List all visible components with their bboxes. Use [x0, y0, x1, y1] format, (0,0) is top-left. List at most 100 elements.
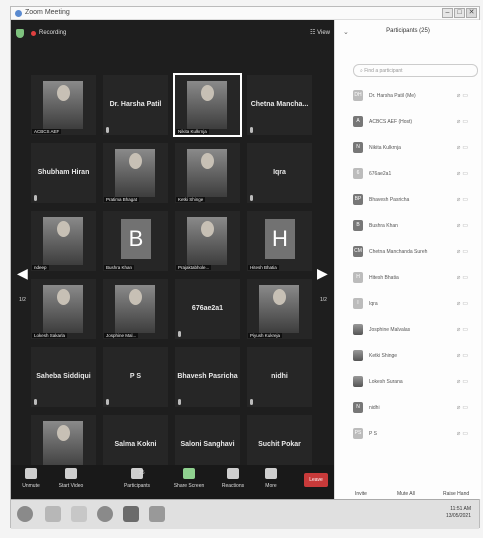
share-screen-icon [183, 468, 195, 479]
windows-taskbar: 11:51 AM 13/05/2021 [11, 499, 479, 529]
video-tile-josphine[interactable]: Josphine Mal... [103, 279, 168, 339]
mic-video-status-icon: ⌀▭ [456, 249, 470, 255]
participant-name: Iqra [369, 301, 378, 307]
tile-name: Iqra [273, 169, 286, 176]
zoom-logo-icon [15, 10, 22, 17]
tile-label: Hitesh Bhatia [248, 265, 279, 270]
avatar: I [353, 298, 363, 309]
next-page-arrow-icon[interactable]: ▶ [317, 265, 328, 282]
video-tile-lokesh[interactable]: Lokesh Sakarla [31, 279, 96, 339]
page-indicator-right: 1/2 [320, 297, 327, 303]
muted-mic-icon [34, 399, 37, 405]
view-button[interactable]: ☷ View [310, 29, 330, 36]
muted-mic-icon [106, 127, 109, 133]
participant-row[interactable]: CM Chetna Manchanda Sureh ⌀▭ [353, 246, 478, 258]
participant-row[interactable]: N Nikita Kulkrnja ⌀▭ [353, 142, 478, 154]
muted-mic-icon [106, 399, 109, 405]
avatar: B [353, 220, 363, 231]
participant-row[interactable]: Lokesh Surana ⌀▭ [353, 376, 478, 388]
recording-label: Recording [39, 30, 67, 36]
participant-row[interactable]: Josphine Malvalas ⌀▭ [353, 324, 478, 336]
video-tile-shubham[interactable]: Shubham Hiran [31, 143, 96, 203]
share-screen-button[interactable]: Share Screen [169, 468, 209, 489]
tile-name: Suchit Pokar [258, 441, 301, 448]
video-tile-ps[interactable]: P S [103, 347, 168, 407]
maximize-button[interactable]: □ [454, 8, 465, 18]
video-tile-piyush[interactable]: Piyush Kukreja [247, 279, 312, 339]
video-tile-saheba[interactable]: Saheba Siddiqui [31, 347, 96, 407]
video-tile-ketki[interactable]: Ketki Shinge [175, 143, 240, 203]
tile-name: Salma Kokni [114, 441, 157, 448]
start-video-button[interactable]: Start Video [51, 468, 91, 489]
participant-row[interactable]: Nnidhi ⌀▭ [353, 402, 478, 414]
participant-row[interactable]: Ketki Shinge ⌀▭ [353, 350, 478, 362]
video-tile-acbcs[interactable]: ACBCS AEF [31, 75, 96, 135]
unmute-button[interactable]: Unmute [15, 468, 47, 489]
participant-row[interactable]: 6 676ae2a1 ⌀▭ [353, 168, 478, 180]
participants-label: Participants [123, 483, 151, 489]
video-tile-bhavesh[interactable]: Bhavesh Pasricha [175, 347, 240, 407]
minimize-button[interactable]: – [442, 8, 453, 18]
participant-search-input[interactable]: ⌕ Find a participant [353, 64, 478, 77]
tile-label: Ketki Shinge [176, 197, 206, 202]
video-tile-iqra[interactable]: Iqra [247, 143, 312, 203]
participant-row[interactable]: B Bushra Khan ⌀▭ [353, 220, 478, 232]
recording-indicator[interactable]: Recording [31, 30, 66, 36]
prev-page-arrow-icon[interactable]: ◀ [17, 265, 28, 282]
participant-row[interactable]: H Hitesh Bhatia ⌀▭ [353, 272, 478, 284]
media-player-icon[interactable] [97, 506, 113, 522]
more-button[interactable]: More [257, 468, 285, 489]
mic-video-status-icon: ⌀▭ [456, 301, 470, 307]
mic-video-status-icon: ⌀▭ [456, 93, 470, 99]
zoom-taskbar-icon[interactable] [149, 506, 165, 522]
video-tile-chetna[interactable]: Chetna Mancha... [247, 75, 312, 135]
participant-name: Lokesh Surana [369, 379, 403, 385]
video-tile-hitesh[interactable]: H Hitesh Bhatia [247, 211, 312, 271]
tile-label: Josphine Mal... [104, 333, 139, 338]
raise-hand-button[interactable]: Raise Hand [443, 491, 469, 497]
tile-name: nidhi [271, 373, 288, 380]
participant-row[interactable]: A ACBCS AEF (Host) ⌀▭ [353, 116, 478, 128]
meeting-area: Recording ☷ View ACBCS AEF Dr. Harsha Pat… [11, 20, 334, 499]
avatar-letter: H [265, 219, 295, 259]
explorer-icon[interactable] [45, 506, 61, 522]
video-tile-code[interactable]: 676ae2a1 [175, 279, 240, 339]
video-tile-ndeep[interactable]: ndeep [31, 211, 96, 271]
muted-mic-icon [178, 399, 181, 405]
folder-icon[interactable] [71, 506, 87, 522]
participant-name: Bushra Khan [369, 223, 398, 229]
video-tile-harsha[interactable]: Dr. Harsha Patil [103, 75, 168, 135]
invite-button[interactable]: Invite [355, 491, 367, 497]
participant-face [57, 425, 70, 441]
avatar [353, 324, 363, 335]
video-tile-bushra[interactable]: B Bushra Khan [103, 211, 168, 271]
unmute-label: Unmute [22, 483, 40, 489]
participant-row[interactable]: I Iqra ⌀▭ [353, 298, 478, 310]
more-label: More [265, 483, 277, 489]
chrome-icon[interactable] [123, 506, 139, 522]
start-button-icon[interactable] [17, 506, 33, 522]
participants-title: Participants (25) [386, 28, 430, 34]
start-video-label: Start Video [58, 483, 84, 489]
participant-row[interactable]: DH Dr. Harsha Patil (Me) ⌀▭ [353, 90, 478, 102]
participant-row[interactable]: BP Bhavesh Pasricha ⌀▭ [353, 194, 478, 206]
video-tile-prajakta[interactable]: Prajaktabhole... [175, 211, 240, 271]
security-shield-icon[interactable] [16, 29, 24, 38]
reactions-button[interactable]: Reactions [215, 468, 251, 489]
leave-button[interactable]: Leave [304, 473, 328, 487]
participant-row[interactable]: PS P S ⌀▭ [353, 428, 478, 440]
mic-video-status-icon: ⌀▭ [456, 119, 470, 125]
close-button[interactable]: ✕ [466, 8, 477, 18]
participants-button[interactable]: 25 Participants [115, 468, 159, 489]
participant-face [201, 221, 214, 237]
tile-label: Pratima Bhagat [104, 197, 140, 202]
tile-name: Saloni Sanghavi [180, 441, 235, 448]
video-tile-nikita[interactable]: Nikita Kulkrnja [173, 73, 242, 137]
clock-time: 11:51 AM [450, 506, 471, 512]
window-title: Zoom Meeting [25, 9, 70, 16]
video-tile-nidhi[interactable]: nidhi [247, 347, 312, 407]
avatar [353, 376, 363, 387]
participant-face [129, 153, 142, 169]
mute-all-button[interactable]: Mute All [397, 491, 415, 497]
video-tile-pratima[interactable]: Pratima Bhagat [103, 143, 168, 203]
